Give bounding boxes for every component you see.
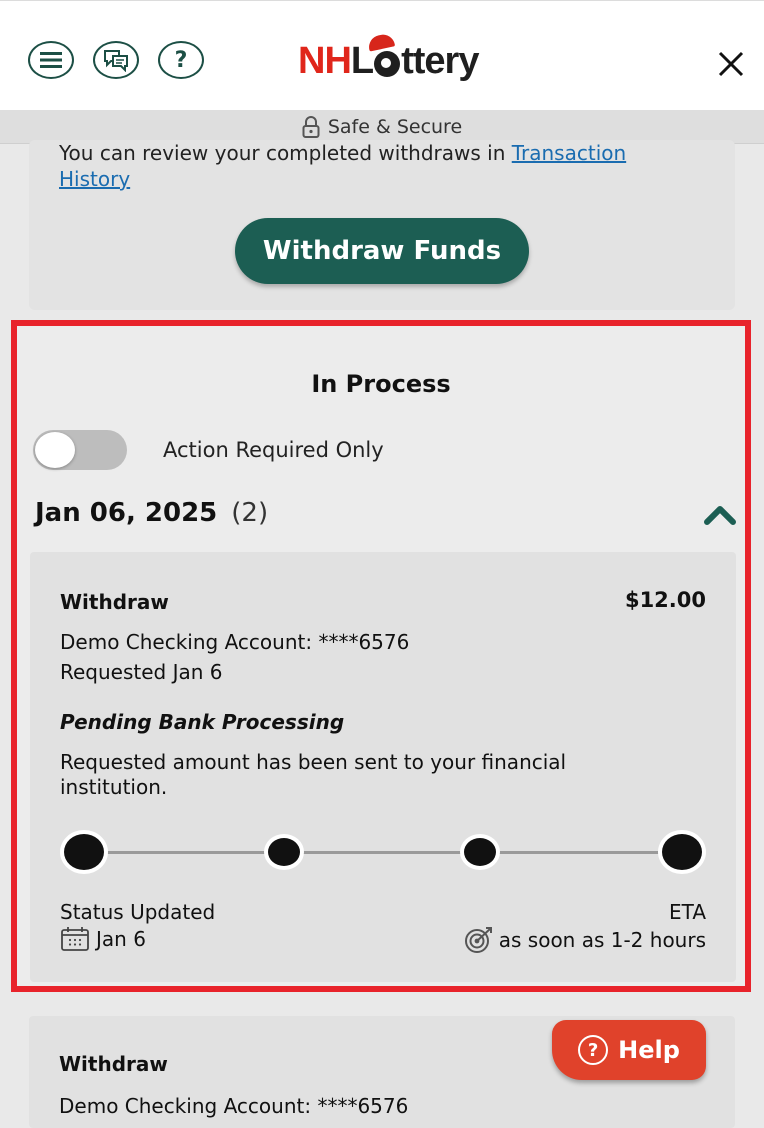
transaction-status: Pending Bank Processing bbox=[60, 710, 345, 734]
santa-hat-icon bbox=[366, 32, 396, 52]
transaction-account: Demo Checking Account: ****6576 bbox=[60, 630, 410, 654]
date-group-header[interactable]: Jan 06, 2025 (2) bbox=[35, 498, 268, 528]
eta-label: ETA bbox=[669, 900, 706, 924]
chevron-up-icon[interactable] bbox=[703, 502, 737, 526]
transaction-requested: Requested Jan 6 bbox=[60, 660, 223, 684]
eta-value: as soon as 1-2 hours bbox=[463, 926, 706, 954]
panel-title: In Process bbox=[311, 370, 451, 398]
transaction-type: Withdraw bbox=[60, 590, 169, 614]
nh-lottery-logo[interactable]: NH Lttery bbox=[298, 32, 479, 82]
in-process-panel: In Process Action Required Only Jan 06, … bbox=[11, 320, 751, 992]
progress-step-3 bbox=[460, 834, 500, 870]
progress-tracker bbox=[60, 830, 708, 874]
menu-icon bbox=[40, 52, 62, 68]
progress-step-4 bbox=[658, 830, 706, 874]
info-text-prefix: You can review your completed withdraws … bbox=[59, 141, 512, 165]
status-updated-label: Status Updated bbox=[60, 900, 216, 924]
progress-track bbox=[84, 851, 684, 854]
transaction-account: Demo Checking Account: ****6576 bbox=[59, 1094, 409, 1118]
chat-icon bbox=[104, 50, 128, 72]
calendar-icon bbox=[61, 927, 89, 951]
help-label: Help bbox=[618, 1036, 680, 1064]
eta-value-text: as soon as 1-2 hours bbox=[498, 928, 706, 952]
withdraw-info-card: You can review your completed withdraws … bbox=[29, 140, 735, 310]
chat-button[interactable] bbox=[93, 41, 139, 79]
secure-text: Safe & Secure bbox=[327, 115, 463, 138]
status-date-text: Jan 6 bbox=[96, 927, 146, 951]
transaction-amount: $12.00 bbox=[624, 588, 706, 612]
date-label: Jan 06, 2025 bbox=[35, 498, 218, 528]
target-icon bbox=[464, 927, 492, 953]
help-question-button[interactable]: ? bbox=[158, 41, 204, 79]
transaction-type: Withdraw bbox=[59, 1052, 168, 1076]
action-required-toggle[interactable] bbox=[33, 430, 127, 470]
toggle-label: Action Required Only bbox=[163, 438, 384, 462]
withdraw-funds-button[interactable]: Withdraw Funds bbox=[235, 218, 529, 284]
toggle-knob bbox=[35, 432, 75, 468]
logo-ball-icon bbox=[374, 51, 401, 77]
status-updated-date: Jan 6 bbox=[60, 926, 146, 952]
transaction-description: Requested amount has been sent to your f… bbox=[60, 750, 567, 799]
menu-button[interactable] bbox=[28, 41, 74, 79]
help-button[interactable]: ? Help bbox=[552, 1020, 706, 1080]
info-text: You can review your completed withdraws … bbox=[59, 140, 699, 192]
progress-step-1 bbox=[60, 830, 108, 874]
safe-secure-banner: Safe & Secure bbox=[0, 110, 764, 144]
question-mark-icon: ? bbox=[174, 47, 188, 73]
lock-icon bbox=[302, 115, 320, 138]
top-header: ? NH Lttery bbox=[0, 0, 764, 110]
date-count: (2) bbox=[231, 498, 269, 528]
progress-step-2 bbox=[264, 834, 304, 870]
transaction-card[interactable]: Withdraw $12.00 Demo Checking Account: *… bbox=[30, 552, 736, 982]
logo-rest-text: ttery bbox=[401, 39, 479, 82]
logo-nh-text: NH bbox=[298, 39, 352, 82]
help-circle-icon: ? bbox=[578, 1035, 609, 1065]
close-icon[interactable] bbox=[712, 45, 750, 83]
